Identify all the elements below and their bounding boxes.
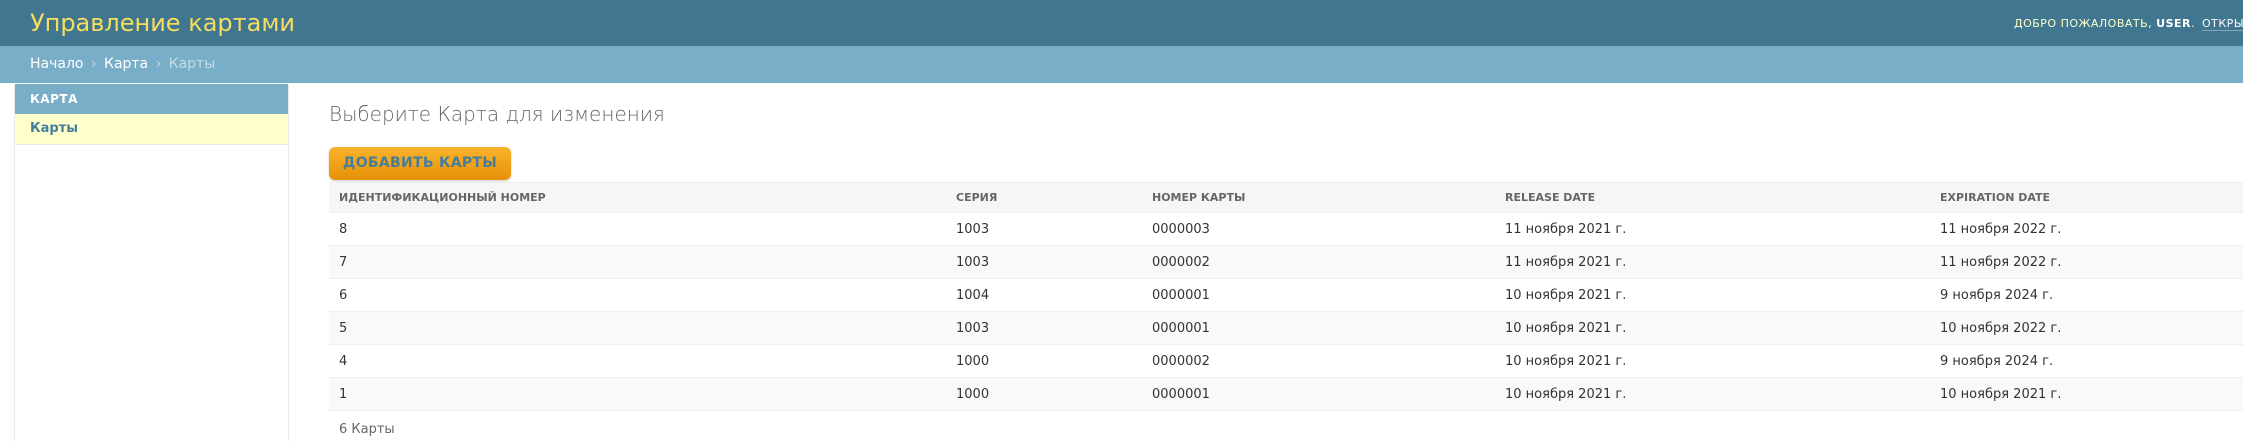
cell-expiration-date: 11 ноября 2022 г.: [1930, 245, 2243, 279]
cell-expiration-date: 9 ноября 2024 г.: [1930, 278, 2243, 312]
table-row[interactable]: 7 1003 0000002 11 ноября 2021 г. 11 нояб…: [329, 245, 2243, 279]
cell-expiration-date: 9 ноября 2024 г.: [1930, 344, 2243, 378]
cell-release-date: 10 ноября 2021 г.: [1495, 344, 1930, 378]
header-bar: Управление картами Добро пожаловать, use…: [0, 0, 2243, 46]
cell-series: 1000: [946, 344, 1142, 378]
breadcrumb: Начало › Карта › Карты: [0, 46, 2243, 83]
table-row[interactable]: 5 1003 0000001 10 ноября 2021 г. 10 нояб…: [329, 311, 2243, 345]
column-header-release-date[interactable]: Release date: [1495, 182, 1930, 213]
cell-release-date: 10 ноября 2021 г.: [1495, 377, 1930, 411]
table-header-row: Идентификационный номер Серия Номер карт…: [329, 182, 2243, 213]
page-title: Выберите Карта для изменения: [329, 102, 665, 126]
cell-series: 1003: [946, 245, 1142, 279]
site-title[interactable]: Управление картами: [30, 9, 295, 37]
table-row[interactable]: 6 1004 0000001 10 ноября 2021 г. 9 ноябр…: [329, 278, 2243, 312]
cell-series: 1003: [946, 311, 1142, 345]
column-header-expiration-date[interactable]: Expiration date: [1930, 182, 2243, 213]
breadcrumb-separator: ›: [155, 56, 162, 72]
cell-card-number: 0000002: [1142, 344, 1495, 378]
cell-release-date: 11 ноября 2021 г.: [1495, 212, 1930, 246]
cell-card-number: 0000001: [1142, 311, 1495, 345]
sidebar-item-cards[interactable]: Карты: [15, 114, 288, 145]
cell-id[interactable]: 1: [329, 377, 946, 411]
cell-series: 1004: [946, 278, 1142, 312]
table-row[interactable]: 1 1000 0000001 10 ноября 2021 г. 10 нояб…: [329, 377, 2243, 411]
cell-id[interactable]: 5: [329, 311, 946, 345]
sidebar-nav: Карта Карты: [14, 84, 289, 441]
cell-series: 1000: [946, 377, 1142, 411]
cell-expiration-date: 11 ноября 2022 г.: [1930, 212, 2243, 246]
username: user: [2156, 17, 2191, 30]
cell-series: 1003: [946, 212, 1142, 246]
table-row[interactable]: 4 1000 0000002 10 ноября 2021 г. 9 ноябр…: [329, 344, 2243, 378]
main-content: Выберите Карта для изменения Добавить Ка…: [329, 84, 2243, 441]
cell-id[interactable]: 6: [329, 278, 946, 312]
cell-id[interactable]: 7: [329, 245, 946, 279]
cell-release-date: 10 ноября 2021 г.: [1495, 311, 1930, 345]
cell-release-date: 10 ноября 2021 г.: [1495, 278, 1930, 312]
cell-id[interactable]: 4: [329, 344, 946, 378]
result-count: 6 Карты: [339, 422, 395, 437]
cell-card-number: 0000001: [1142, 377, 1495, 411]
column-header-series[interactable]: Серия: [946, 182, 1142, 213]
cell-card-number: 0000001: [1142, 278, 1495, 312]
cell-card-number: 0000002: [1142, 245, 1495, 279]
column-header-id[interactable]: Идентификационный номер: [329, 182, 946, 213]
user-tools: Добро пожаловать, user. Открыть са: [2014, 17, 2243, 31]
breadcrumb-app[interactable]: Карта: [104, 56, 148, 72]
cell-card-number: 0000003: [1142, 212, 1495, 246]
breadcrumb-separator: ›: [90, 56, 97, 72]
cell-release-date: 11 ноября 2021 г.: [1495, 245, 1930, 279]
sidebar-item-label[interactable]: Карты: [30, 121, 78, 136]
sidebar-module-caption[interactable]: Карта: [15, 84, 288, 114]
breadcrumb-home[interactable]: Начало: [30, 56, 83, 72]
welcome-text: Добро пожаловать,: [2014, 17, 2153, 30]
cell-expiration-date: 10 ноября 2021 г.: [1930, 377, 2243, 411]
result-table: Идентификационный номер Серия Номер карт…: [329, 182, 2243, 411]
view-site-link[interactable]: Открыть са: [2202, 17, 2243, 31]
table-row[interactable]: 8 1003 0000003 11 ноября 2021 г. 11 нояб…: [329, 212, 2243, 246]
cell-expiration-date: 10 ноября 2022 г.: [1930, 311, 2243, 345]
cell-id[interactable]: 8: [329, 212, 946, 246]
add-card-button[interactable]: Добавить Карты: [329, 147, 511, 180]
breadcrumb-current: Карты: [168, 56, 216, 72]
column-header-card-number[interactable]: Номер карты: [1142, 182, 1495, 213]
